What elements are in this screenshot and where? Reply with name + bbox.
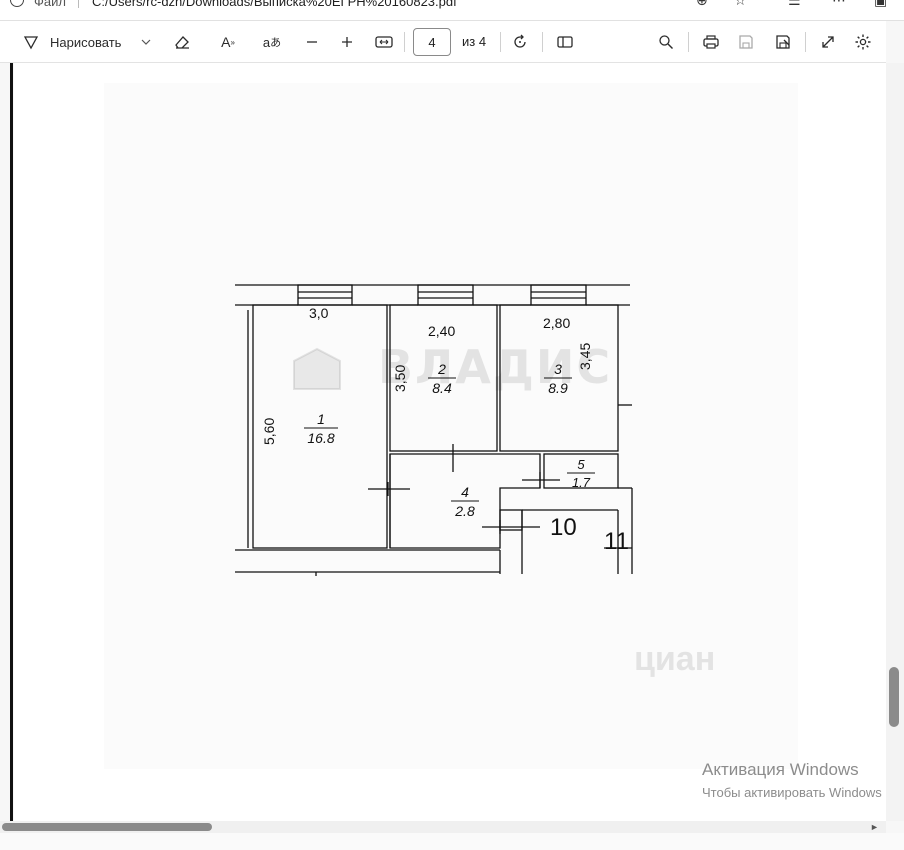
room-number: 3 — [554, 361, 562, 377]
neighbor-label: 11 — [604, 528, 629, 555]
room-area: 1.7 — [572, 475, 591, 490]
room-number: 5 — [577, 457, 585, 472]
room-number: 1 — [317, 411, 325, 427]
room-area: 16.8 — [307, 430, 334, 446]
windows-activation-subtitle: Чтобы активировать Windows — [702, 785, 882, 800]
neighbor-label: 10 — [550, 514, 577, 541]
room-area: 2.8 — [454, 503, 475, 519]
dimension-room1-width: 3,0 — [309, 305, 329, 321]
windows-activation-title: Активация Windows — [702, 760, 859, 779]
room-area: 8.4 — [432, 380, 452, 396]
room-number: 4 — [461, 484, 469, 500]
bottom-strip — [0, 833, 904, 850]
room-number: 2 — [437, 361, 446, 377]
scroll-right-arrow-icon[interactable]: ► — [870, 822, 879, 832]
horizontal-scrollbar-thumb[interactable] — [2, 823, 212, 831]
dimension-room3-length: 3,45 — [577, 343, 593, 370]
dimension-room1-length: 5,60 — [261, 418, 277, 445]
dimension-room2-length: 3,50 — [392, 365, 408, 392]
dimension-room3-width: 2,80 — [543, 315, 570, 331]
floor-plan: 3,0 2,40 2,80 5,60 3,50 3,45 1 16.8 2 8.… — [235, 284, 633, 576]
vertical-scrollbar-thumb[interactable] — [889, 667, 899, 727]
dimension-room2-width: 2,40 — [428, 323, 455, 339]
room-area: 8.9 — [548, 380, 568, 396]
